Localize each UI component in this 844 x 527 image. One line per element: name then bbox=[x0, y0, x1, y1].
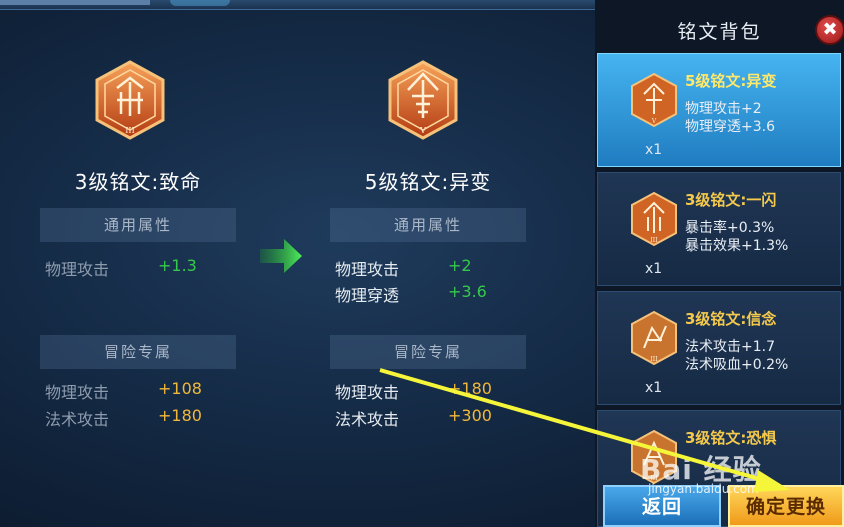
card-title: 3级铭文:一闪 bbox=[685, 191, 777, 209]
stat-name: 法术攻击 bbox=[45, 410, 110, 429]
panel-title: 铭文背包 bbox=[677, 21, 762, 43]
rune-emblem-icon: V bbox=[388, 60, 458, 140]
close-button[interactable]: ✖ bbox=[815, 15, 844, 45]
stat-value: +180 bbox=[158, 406, 202, 425]
stat-row: 物理攻击 +2 bbox=[335, 256, 535, 280]
rune-card[interactable]: III 3级铭文:一闪 暴击率+0.3% 暴击效果+1.3% x1 bbox=[597, 172, 841, 286]
common-attributes-header: 通用属性 bbox=[40, 208, 236, 242]
stat-value: +3.6 bbox=[448, 282, 487, 301]
card-stat: 法术攻击+1.7 bbox=[685, 339, 775, 355]
rune-card[interactable]: V 5级铭文:异变 物理攻击+2 物理穿透+3.6 x1 bbox=[597, 53, 841, 167]
stat-value: +108 bbox=[158, 379, 202, 398]
svg-text:III: III bbox=[650, 356, 658, 363]
svg-text:III: III bbox=[650, 237, 658, 244]
card-stat: 物理穿透+3.6 bbox=[685, 119, 775, 135]
green-arrow-icon bbox=[260, 239, 302, 273]
stat-value: +1.3 bbox=[158, 256, 197, 275]
card-title: 3级铭文:恐惧 bbox=[685, 429, 777, 447]
new-rune-title: 5级铭文:异变 bbox=[364, 170, 492, 194]
rune-thumb-icon: III bbox=[631, 191, 677, 247]
card-count: x1 bbox=[645, 142, 663, 158]
stat-value: +300 bbox=[448, 406, 492, 425]
svg-text:III: III bbox=[125, 126, 134, 135]
adventure-attributes-header: 冒险专属 bbox=[40, 335, 236, 369]
top-bar-tab[interactable] bbox=[0, 0, 150, 5]
card-count: x1 bbox=[645, 380, 663, 396]
current-rune-title: 3级铭文:致命 bbox=[74, 170, 202, 194]
card-title: 5级铭文:异变 bbox=[685, 72, 777, 90]
stat-row: 法术攻击 +180 bbox=[45, 406, 245, 430]
stat-name: 物理攻击 bbox=[335, 260, 400, 279]
card-title: 3级铭文:信念 bbox=[685, 310, 777, 328]
svg-text:V: V bbox=[651, 118, 657, 125]
close-icon: ✖ bbox=[822, 19, 838, 40]
card-stat: 暴击效果+1.3% bbox=[685, 238, 789, 254]
rune-emblem-icon: III bbox=[95, 60, 165, 140]
stat-row: 法术攻击 +300 bbox=[335, 406, 535, 430]
stat-row: 物理穿透 +3.6 bbox=[335, 282, 535, 306]
stat-row: 物理攻击 +180 bbox=[335, 379, 535, 403]
stat-name: 法术攻击 bbox=[335, 410, 400, 429]
card-stat: 法术吸血+0.2% bbox=[685, 357, 789, 373]
stat-row: 物理攻击 +1.3 bbox=[45, 256, 245, 280]
stat-value: +180 bbox=[448, 379, 492, 398]
stat-name: 物理攻击 bbox=[335, 383, 400, 402]
common-attributes-header: 通用属性 bbox=[330, 208, 526, 242]
rune-thumb-icon: III bbox=[631, 310, 677, 366]
card-stat: 暴击率+0.3% bbox=[685, 220, 775, 236]
rune-thumb-icon: V bbox=[631, 72, 677, 128]
svg-text:V: V bbox=[419, 126, 426, 135]
watermark-url: jingyan.baidu.com bbox=[648, 482, 759, 496]
stat-row: 物理攻击 +108 bbox=[45, 379, 245, 403]
stat-value: +2 bbox=[448, 256, 472, 275]
rune-card[interactable]: III 3级铭文:信念 法术攻击+1.7 法术吸血+0.2% x1 bbox=[597, 291, 841, 405]
stat-name: 物理穿透 bbox=[335, 286, 400, 305]
top-bar bbox=[0, 0, 595, 10]
card-stat: 物理攻击+2 bbox=[685, 101, 762, 117]
adventure-attributes-header: 冒险专属 bbox=[330, 335, 526, 369]
stat-name: 物理攻击 bbox=[45, 383, 110, 402]
top-bar-glow bbox=[170, 0, 230, 6]
card-count: x1 bbox=[645, 261, 663, 277]
stat-name: 物理攻击 bbox=[45, 260, 110, 279]
